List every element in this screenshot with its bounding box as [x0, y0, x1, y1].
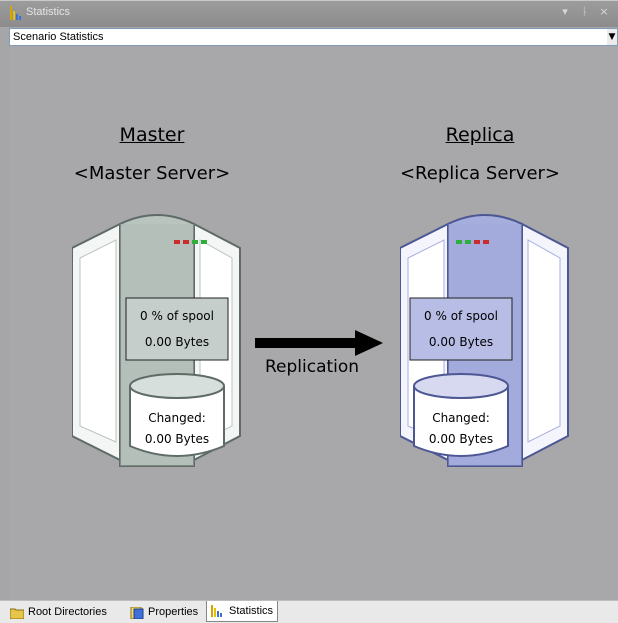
tab-root-directories[interactable]: Root Directories: [10, 603, 107, 622]
master-changed-label: Changed:: [148, 411, 206, 425]
replica-server-name: <Replica Server>: [399, 163, 561, 184]
replica-heading: Replica: [445, 124, 515, 146]
master-spool-percent: 0 % of spool: [140, 309, 214, 323]
statistics-icon: [10, 6, 21, 20]
tab-properties-label: Properties: [148, 606, 199, 618]
tab-statistics-label: Statistics: [229, 604, 274, 617]
master-server-icon: 0 % of spool 0.00 Bytes Changed: 0.00 By…: [72, 214, 241, 467]
master-server-name: <Master Server>: [73, 163, 231, 184]
bottom-tab-strip: Root Directories Properties Statistics: [0, 600, 618, 623]
folder-icon: [10, 608, 24, 619]
scenario-select-value: Scenario Statistics: [13, 31, 104, 43]
replication-label: Replication: [265, 357, 360, 377]
replica-spool-percent: 0 % of spool: [424, 309, 498, 323]
tab-root-directories-label: Root Directories: [28, 606, 107, 618]
replication-arrow-icon: [255, 330, 383, 356]
tab-statistics[interactable]: Statistics: [206, 601, 279, 622]
statistics-icon: [211, 605, 222, 617]
replica-changed-label: Changed:: [432, 411, 490, 425]
panel-title-bar: Statistics ▾ ᚿ ×: [0, 0, 618, 27]
replica-server-icon: 0 % of spool 0.00 Bytes Changed: 0.00 By…: [400, 214, 569, 467]
master-heading: Master: [119, 124, 185, 146]
panel-title: Statistics: [26, 6, 71, 18]
scenario-select[interactable]: Scenario Statistics ▼: [9, 28, 618, 46]
chevron-down-icon[interactable]: ▼: [607, 29, 617, 45]
close-icon[interactable]: ×: [596, 5, 612, 18]
properties-icon: [130, 606, 144, 619]
master-changed-bytes: 0.00 Bytes: [145, 432, 209, 446]
dropdown-menu-icon[interactable]: ▾: [557, 5, 573, 18]
tab-properties[interactable]: Properties: [130, 603, 198, 622]
replica-changed-bytes: 0.00 Bytes: [429, 432, 493, 446]
pin-icon[interactable]: ᚿ: [577, 5, 593, 18]
replica-spool-bytes: 0.00 Bytes: [429, 335, 493, 349]
master-spool-bytes: 0.00 Bytes: [145, 335, 209, 349]
